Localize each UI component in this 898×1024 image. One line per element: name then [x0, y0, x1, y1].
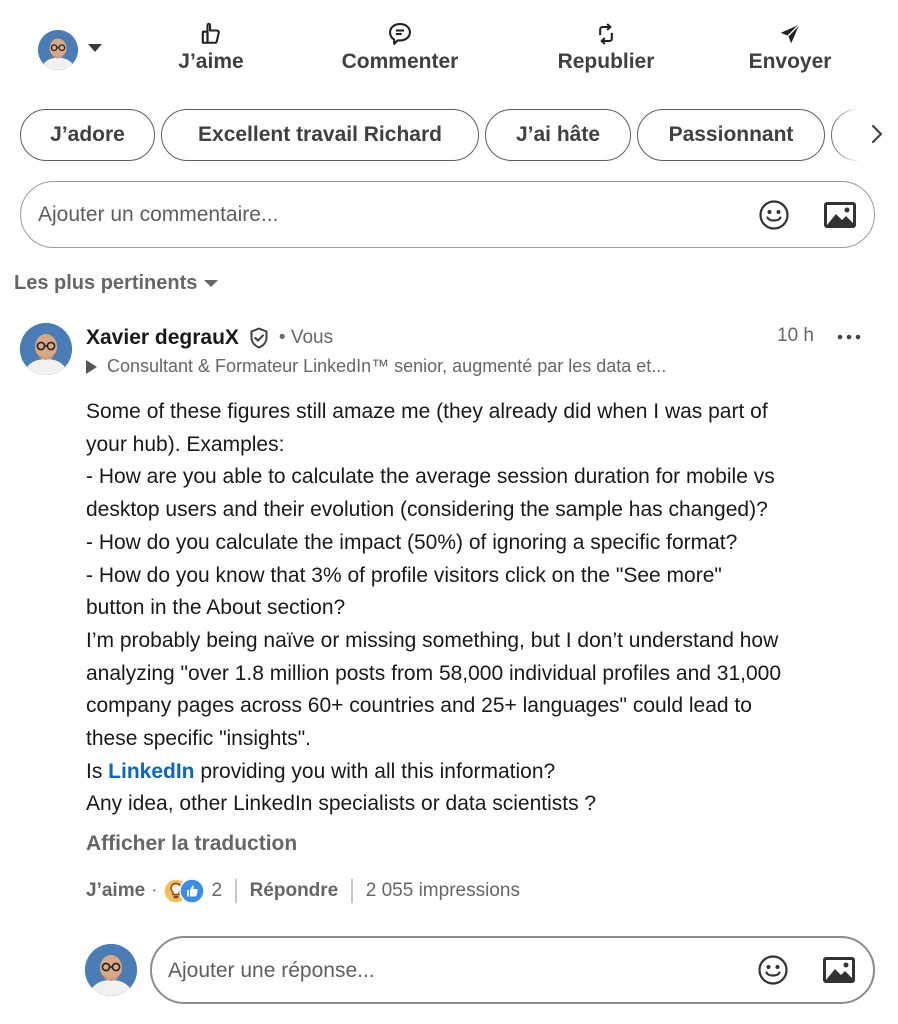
reply-user-avatar — [85, 944, 137, 996]
comment-line: analyzing "over 1.8 million posts from 5… — [86, 661, 782, 685]
comment-line: these specific "insights". — [86, 727, 312, 751]
suggestion-chip[interactable]: Passionnant — [637, 109, 825, 161]
sort-dropdown[interactable]: Les plus pertinents — [14, 272, 219, 295]
comment-label: Commenter — [341, 50, 459, 73]
send-label: Envoyer — [748, 50, 832, 73]
suggestion-chip[interactable]: Excellent travail Richard — [161, 109, 479, 161]
comment-icon — [389, 23, 411, 45]
comment-line: Some of these figures still amaze me (th… — [86, 400, 768, 423]
like-icon — [201, 22, 220, 44]
repost-button[interactable]: Republier — [552, 18, 660, 80]
comment-author-headline: Consultant & Formateur LinkedIn™ senior,… — [86, 356, 666, 377]
reply-input[interactable]: Ajouter une réponse... — [150, 936, 875, 1004]
like-button[interactable]: J’aime — [165, 18, 257, 80]
comment-line: - How do you calculate the impact (50%) … — [86, 530, 738, 554]
chevron-right-icon[interactable] — [870, 123, 884, 145]
comment-time: 10 h — [777, 325, 814, 346]
comment-author-avatar[interactable] — [20, 323, 72, 375]
comment-line: company pages across 60+ countries and 2… — [86, 694, 752, 718]
comment-header: Xavier degrauX • Vous — [86, 324, 333, 352]
comment-line: desktop users and their evolution (consi… — [86, 498, 768, 522]
verified-badge-icon — [250, 327, 268, 349]
impressions-count[interactable]: 2 055 impressions — [366, 880, 520, 902]
mention-suffix: providing you with all this information? — [194, 759, 556, 783]
play-icon — [86, 359, 97, 374]
like-comment-button[interactable]: J’aime — [86, 880, 145, 902]
comment-line: I’m probably being naïve or missing some… — [86, 628, 779, 652]
user-avatar — [38, 30, 78, 70]
suggestion-chips: J’adore Excellent travail Richard J’ai h… — [20, 109, 898, 161]
emoji-icon[interactable] — [758, 199, 790, 231]
comment-input[interactable]: Ajouter un commentaire... — [20, 181, 875, 248]
comment-actions: J’aime · 2 Répondre 2 055 impressions — [86, 876, 520, 906]
comment-line: Any idea, other LinkedIn specialists or … — [86, 792, 597, 816]
mention-prefix: Is — [86, 759, 109, 783]
comment-line: - How do you know that 3% of profile vis… — [86, 563, 722, 587]
comment-line: button in the About section? — [86, 596, 346, 620]
separator — [351, 879, 353, 903]
you-badge: • Vous — [278, 327, 334, 348]
suggestion-chip[interactable]: J’ai hâte — [485, 109, 631, 161]
caret-down-icon — [88, 44, 102, 52]
actor-switcher[interactable] — [38, 30, 110, 70]
repost-icon — [599, 23, 613, 45]
headline-text: Consultant & Formateur LinkedIn™ senior,… — [107, 356, 667, 376]
reaction-count: 2 — [211, 880, 223, 901]
more-options-icon[interactable] — [836, 325, 862, 349]
send-button[interactable]: Envoyer — [744, 18, 836, 80]
comment-line: - How are you able to calculate the aver… — [86, 465, 775, 489]
reply-button[interactable]: Répondre — [250, 880, 339, 902]
sort-label: Les plus pertinents — [14, 272, 198, 294]
comment-body: Some of these figures still amaze me (th… — [86, 396, 886, 821]
mention-link[interactable]: LinkedIn — [108, 760, 194, 783]
show-translation-link[interactable]: Afficher la traduction — [86, 832, 297, 856]
image-icon[interactable] — [823, 201, 857, 229]
reactions-summary[interactable] — [163, 878, 206, 904]
like-label: J’aime — [178, 50, 244, 73]
comment-button[interactable]: Commenter — [334, 18, 466, 80]
suggestion-chip[interactable]: J’adore — [20, 109, 155, 161]
reply-placeholder: Ajouter une réponse... — [168, 959, 375, 982]
comment-author-name[interactable]: Xavier degrauX — [86, 326, 239, 350]
like-reaction-icon — [179, 878, 206, 904]
chips-fade — [828, 109, 898, 161]
comment-line: your hub). Examples: — [86, 432, 285, 456]
separator-dot: · — [151, 880, 158, 901]
post-action-bar: J’aime Commenter Republier Envoyer — [0, 18, 898, 80]
repost-label: Republier — [557, 50, 655, 73]
image-icon[interactable] — [822, 956, 856, 984]
caret-down-icon — [204, 280, 219, 287]
separator — [235, 879, 237, 903]
comment-placeholder: Ajouter un commentaire... — [38, 203, 279, 226]
send-icon — [780, 24, 800, 44]
emoji-icon[interactable] — [757, 954, 789, 986]
comment-line-with-mention: Is LinkedIn providing you with all this … — [86, 756, 886, 789]
